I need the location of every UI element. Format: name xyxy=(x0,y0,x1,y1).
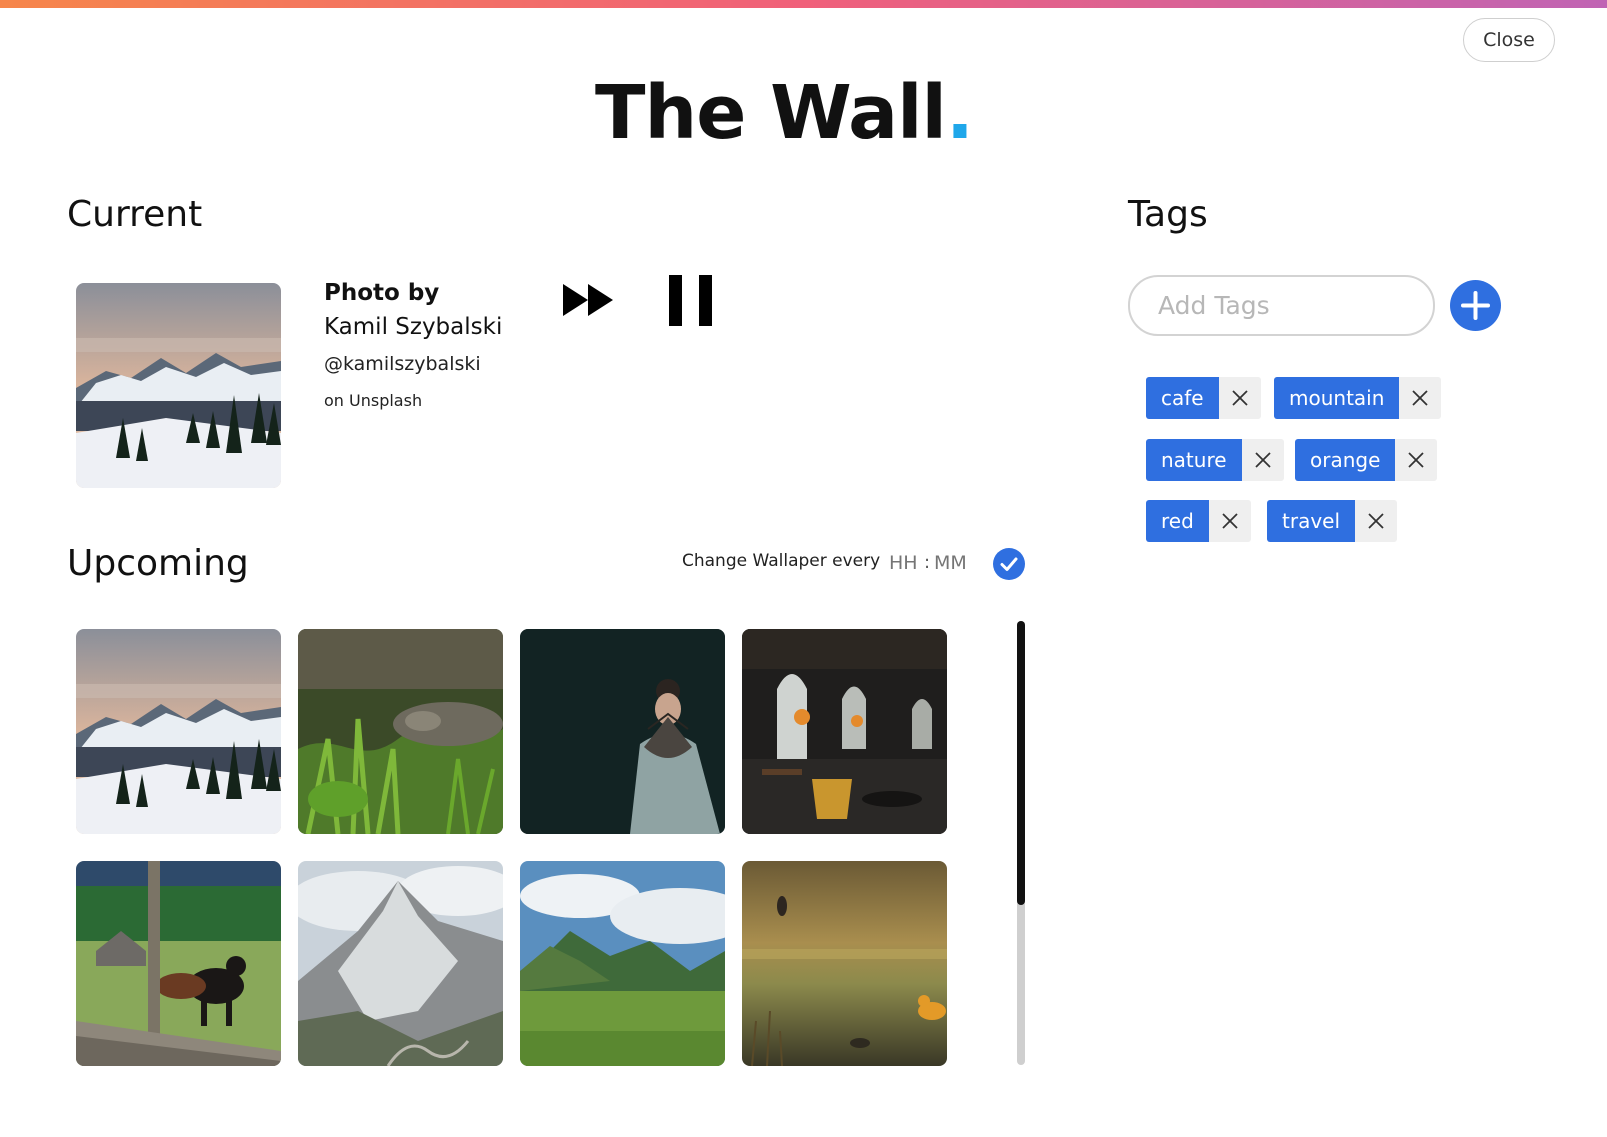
minutes-input[interactable] xyxy=(934,552,968,574)
interval-label: Change Wallaper every xyxy=(682,551,881,571)
close-icon xyxy=(1231,390,1248,406)
hours-input[interactable] xyxy=(889,552,923,574)
upcoming-heading: Upcoming xyxy=(67,543,249,584)
tag-chip: mountain xyxy=(1274,377,1442,419)
remove-tag-button[interactable] xyxy=(1208,500,1251,542)
upcoming-photo[interactable] xyxy=(76,861,281,1066)
remove-tag-button[interactable] xyxy=(1218,377,1261,419)
tag-chip: cafe xyxy=(1146,377,1261,419)
current-photo xyxy=(76,283,281,488)
close-icon xyxy=(1368,513,1384,529)
upcoming-photo[interactable] xyxy=(76,629,281,834)
snowy-mountain-photo xyxy=(76,283,281,488)
tag-label: cafe xyxy=(1146,377,1219,419)
title-text: The Wall xyxy=(595,70,947,156)
snowy-mountain-photo xyxy=(76,629,281,834)
crocodile-in-grass-photo xyxy=(298,629,503,834)
tag-label: orange xyxy=(1295,439,1396,481)
close-icon xyxy=(1254,452,1271,468)
current-heading: Current xyxy=(67,194,203,235)
green-valley-photo xyxy=(520,861,725,1066)
photographer-handle[interactable]: @kamilszybalski xyxy=(324,353,481,375)
fast-forward-icon xyxy=(563,284,613,316)
tag-chip: orange xyxy=(1295,439,1438,481)
title-dot: . xyxy=(945,70,974,156)
close-button[interactable]: Close xyxy=(1463,18,1555,62)
upcoming-photo[interactable] xyxy=(298,861,503,1066)
check-circle-icon xyxy=(993,548,1025,580)
remove-tag-button[interactable] xyxy=(1395,439,1438,481)
plus-icon xyxy=(1461,291,1490,320)
ducks-on-pond-photo xyxy=(742,861,947,1066)
skip-button[interactable] xyxy=(561,282,615,318)
time-separator: : xyxy=(924,552,931,573)
tags-heading: Tags xyxy=(1128,194,1208,235)
pause-icon xyxy=(669,275,712,326)
tag-label: travel xyxy=(1267,500,1356,542)
upcoming-photo[interactable] xyxy=(520,629,725,834)
confirm-interval-button[interactable] xyxy=(993,548,1025,580)
cloudy-peak-photo xyxy=(298,861,503,1066)
remove-tag-button[interactable] xyxy=(1241,439,1284,481)
photographer-name[interactable]: Kamil Szybalski xyxy=(324,314,502,340)
tag-chip: travel xyxy=(1267,500,1398,542)
add-tags-input[interactable] xyxy=(1128,275,1435,336)
upcoming-photo[interactable] xyxy=(742,629,947,834)
tag-label: nature xyxy=(1146,439,1242,481)
upcoming-photo[interactable] xyxy=(742,861,947,1066)
close-icon xyxy=(1408,452,1425,468)
page-title: The Wall. xyxy=(0,68,1568,158)
tag-label: mountain xyxy=(1274,377,1400,419)
top-gradient-bar xyxy=(0,0,1607,8)
photo-source[interactable]: on Unsplash xyxy=(324,391,422,410)
woman-with-fan-photo xyxy=(520,629,725,834)
tag-label: red xyxy=(1146,500,1209,542)
cafe-interior-photo xyxy=(742,629,947,834)
upcoming-photo[interactable] xyxy=(520,861,725,1066)
photo-by-label: Photo by xyxy=(324,280,440,306)
add-tag-button[interactable] xyxy=(1450,280,1501,331)
close-icon xyxy=(1412,390,1429,406)
close-icon xyxy=(1222,513,1238,529)
cow-in-meadow-photo xyxy=(76,861,281,1066)
scrollbar-thumb[interactable] xyxy=(1017,621,1025,905)
remove-tag-button[interactable] xyxy=(1355,500,1398,542)
tag-chip: nature xyxy=(1146,439,1284,481)
upcoming-photo[interactable] xyxy=(298,629,503,834)
remove-tag-button[interactable] xyxy=(1399,377,1442,419)
tag-chip: red xyxy=(1146,500,1251,542)
pause-button[interactable] xyxy=(667,274,715,327)
